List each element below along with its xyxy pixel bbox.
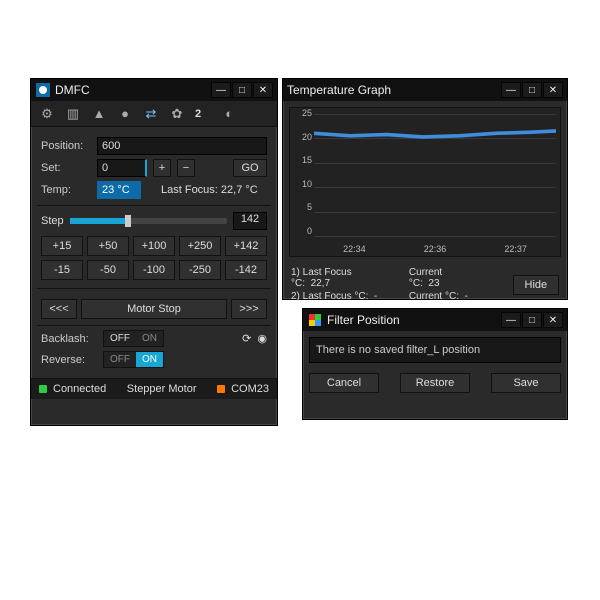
- status-dot-icon: [39, 385, 47, 393]
- step-btn[interactable]: +250: [179, 236, 221, 256]
- settings-icon[interactable]: ⚙: [39, 106, 55, 122]
- dmfc-window: DMFC — □ ✕ ⚙ ▥ ▲ ● ⇄ ✿ 2 ◐ Position: Set…: [30, 78, 278, 426]
- circle-icon[interactable]: ●: [117, 106, 133, 122]
- reverse-toggle[interactable]: OFFON: [103, 351, 164, 368]
- position-label: Position:: [41, 140, 91, 152]
- step-btn[interactable]: -15: [41, 260, 83, 280]
- set-dec-button[interactable]: −: [177, 159, 195, 177]
- x-tick: 22:37: [504, 244, 527, 254]
- filter-icon: [307, 312, 323, 328]
- temp-value: 23 °C: [97, 181, 141, 199]
- maximize-button[interactable]: □: [522, 312, 542, 328]
- step-btn[interactable]: +15: [41, 236, 83, 256]
- swap-icon[interactable]: ⇄: [143, 106, 159, 122]
- toolbar: ⚙ ▥ ▲ ● ⇄ ✿ 2 ◐: [31, 101, 277, 127]
- step-btn[interactable]: +50: [87, 236, 129, 256]
- y-tick: 10: [292, 179, 312, 189]
- temp-label: Temp:: [41, 184, 91, 196]
- y-tick: 20: [292, 132, 312, 142]
- y-tick: 15: [292, 155, 312, 165]
- status-port: COM23: [231, 383, 269, 395]
- step-button-grid: +15 +50 +100 +250 +142 -15 -50 -100 -250…: [41, 236, 267, 280]
- step-value: 142: [233, 212, 267, 230]
- minimize-button[interactable]: —: [501, 82, 521, 98]
- up-icon[interactable]: ▲: [91, 106, 107, 122]
- graph-window: Temperature Graph — □ ✕ 25 20 15 10 5 0: [282, 78, 568, 300]
- position-field[interactable]: [97, 137, 267, 155]
- close-button[interactable]: ✕: [543, 312, 563, 328]
- window-title: DMFC: [55, 83, 90, 97]
- restore-button[interactable]: Restore: [400, 373, 470, 393]
- window-title: Filter Position: [327, 313, 400, 327]
- step-btn[interactable]: -142: [225, 260, 267, 280]
- step-label: Step: [41, 215, 64, 227]
- x-tick: 22:34: [343, 244, 366, 254]
- step-btn[interactable]: -50: [87, 260, 129, 280]
- step-btn[interactable]: +100: [133, 236, 175, 256]
- set-field[interactable]: [97, 159, 147, 177]
- maximize-button[interactable]: □: [232, 82, 252, 98]
- reverse-label: Reverse:: [41, 354, 97, 366]
- motor-stop-button[interactable]: Motor Stop: [81, 299, 227, 319]
- close-button[interactable]: ✕: [543, 82, 563, 98]
- step-slider[interactable]: [70, 218, 227, 224]
- step-btn[interactable]: +142: [225, 236, 267, 256]
- set-inc-button[interactable]: +: [153, 159, 171, 177]
- motor-next-button[interactable]: >>>: [231, 299, 267, 319]
- gauge-icon[interactable]: ◐: [221, 106, 237, 122]
- toolbar-count: 2: [195, 108, 201, 120]
- minimize-button[interactable]: —: [211, 82, 231, 98]
- step-btn[interactable]: -100: [133, 260, 175, 280]
- go-button[interactable]: GO: [233, 159, 267, 177]
- step-btn[interactable]: -250: [179, 260, 221, 280]
- backlash-toggle[interactable]: OFFON: [103, 330, 164, 347]
- status-motor: Stepper Motor: [112, 383, 211, 395]
- port-dot-icon: [217, 385, 225, 393]
- filter-window: Filter Position — □ ✕ There is no saved …: [302, 308, 568, 420]
- status-bar: Connected Stepper Motor COM23: [31, 378, 277, 399]
- refresh-icon[interactable]: ⟳: [242, 332, 251, 345]
- y-tick: 0: [292, 226, 312, 236]
- minimize-button[interactable]: —: [501, 312, 521, 328]
- status-connected: Connected: [53, 383, 106, 395]
- y-tick: 5: [292, 202, 312, 212]
- app-icon: [35, 82, 51, 98]
- titlebar: Temperature Graph — □ ✕: [283, 79, 567, 101]
- filter-message: There is no saved filter_L position: [309, 337, 561, 363]
- backlash-label: Backlash:: [41, 333, 97, 345]
- sliders-icon[interactable]: ▥: [65, 106, 81, 122]
- bell-icon[interactable]: ◉: [257, 332, 267, 345]
- x-tick: 22:36: [424, 244, 447, 254]
- window-title: Temperature Graph: [287, 83, 391, 97]
- last-focus-label: Last Focus: 22,7 °C: [161, 184, 258, 196]
- save-button[interactable]: Save: [491, 373, 561, 393]
- titlebar: DMFC — □ ✕: [31, 79, 277, 101]
- titlebar: Filter Position — □ ✕: [303, 309, 567, 331]
- gear-icon[interactable]: ✿: [169, 106, 185, 122]
- y-tick: 25: [292, 108, 312, 118]
- set-label: Set:: [41, 162, 91, 174]
- close-button[interactable]: ✕: [253, 82, 273, 98]
- temperature-chart: 25 20 15 10 5 0 22:34 22:36 22:37: [289, 107, 561, 257]
- maximize-button[interactable]: □: [522, 82, 542, 98]
- motor-prev-button[interactable]: <<<: [41, 299, 77, 319]
- cancel-button[interactable]: Cancel: [309, 373, 379, 393]
